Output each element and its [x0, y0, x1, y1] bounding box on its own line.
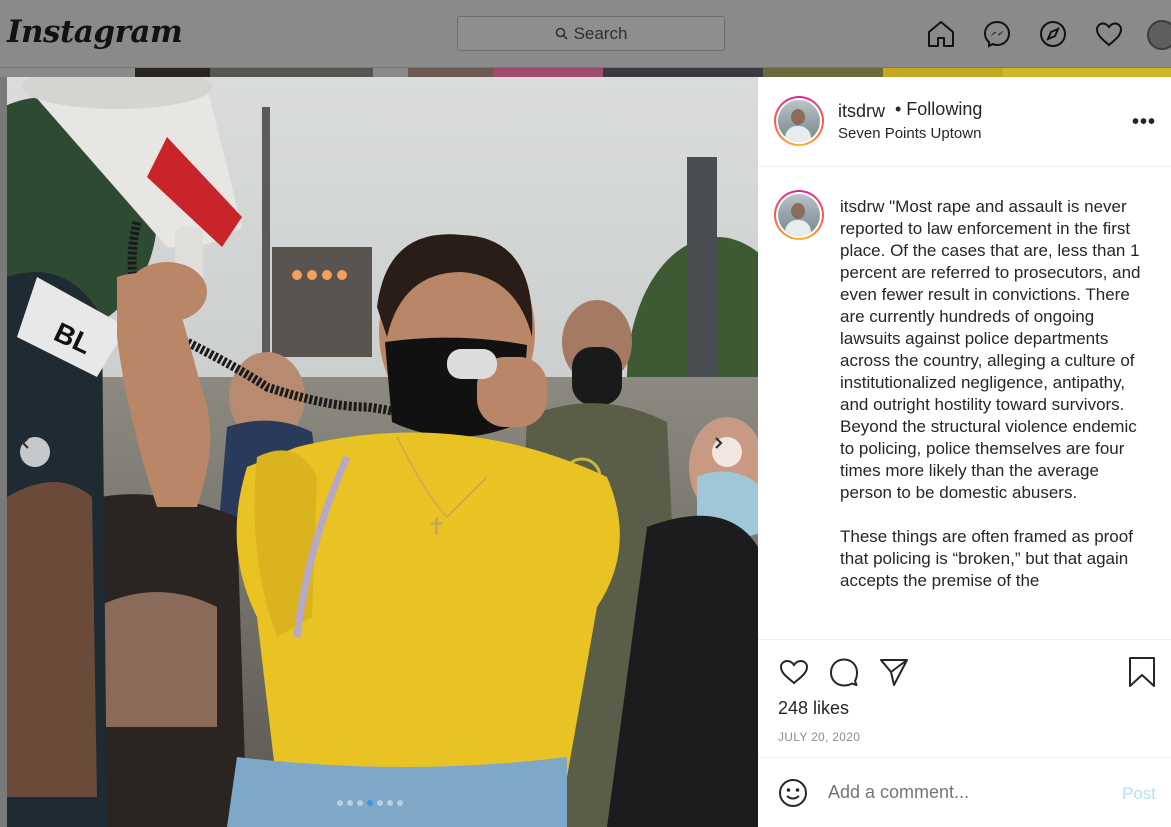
post-header: itsdrw • Following Seven Points Uptown •… — [758, 77, 1171, 167]
carousel-dot — [387, 800, 393, 806]
post-photo[interactable]: BL — [7, 77, 758, 827]
carousel-dot — [337, 800, 343, 806]
caption-text: "Most rape and assault is never reported… — [840, 197, 1141, 590]
post-date[interactable]: JULY 20, 2020 — [778, 730, 860, 744]
instagram-logo[interactable]: Instagram — [7, 14, 183, 50]
chevron-right-icon — [715, 437, 723, 449]
carousel-dot — [347, 800, 353, 806]
chevron-left-icon — [21, 437, 29, 449]
carousel-dot — [397, 800, 403, 806]
save-bookmark-icon[interactable] — [1128, 656, 1156, 688]
likes-count[interactable]: 248 likes — [778, 698, 849, 719]
caption-username[interactable]: itsdrw — [840, 197, 884, 216]
author-avatar[interactable] — [774, 96, 824, 146]
profile-avatar[interactable] — [1147, 20, 1171, 50]
emoji-icon[interactable] — [778, 778, 808, 808]
comment-bar: Post — [758, 757, 1171, 827]
protest-photo-illustration: BL — [7, 77, 758, 827]
like-heart-icon[interactable] — [778, 656, 810, 688]
search-input[interactable]: Search — [457, 16, 725, 51]
home-icon[interactable] — [925, 18, 957, 50]
heart-icon[interactable] — [1093, 18, 1125, 50]
caption-author-avatar[interactable] — [774, 190, 824, 240]
following-label[interactable]: • Following — [895, 99, 982, 120]
caption-scroll-area[interactable]: itsdrw "Most rape and assault is never r… — [758, 168, 1171, 639]
carousel-dot — [377, 800, 383, 806]
post-caption: itsdrw "Most rape and assault is never r… — [840, 196, 1150, 592]
post-comment-button[interactable]: Post — [1122, 784, 1156, 804]
explore-icon[interactable] — [1037, 18, 1069, 50]
share-icon[interactable] — [878, 656, 910, 688]
comment-input[interactable] — [828, 782, 1108, 803]
carousel-dot — [357, 800, 363, 806]
top-navigation: Instagram Search — [0, 0, 1171, 68]
carousel-indicator — [337, 800, 403, 806]
search-placeholder: Search — [573, 23, 628, 43]
author-username[interactable]: itsdrw — [838, 101, 885, 122]
nav-icon-group — [925, 18, 1125, 50]
search-icon — [555, 27, 568, 40]
next-photo-button[interactable] — [712, 437, 742, 467]
post-detail-panel: itsdrw • Following Seven Points Uptown •… — [758, 77, 1171, 827]
messenger-icon[interactable] — [981, 18, 1013, 50]
post-actions: 248 likes JULY 20, 2020 — [758, 639, 1171, 757]
previous-photo-button[interactable] — [20, 437, 50, 467]
carousel-dot — [367, 800, 373, 806]
background-feed-strip — [0, 68, 1171, 77]
comment-icon[interactable] — [828, 656, 860, 688]
post-location[interactable]: Seven Points Uptown — [838, 125, 981, 142]
more-options-icon[interactable]: ••• — [1132, 111, 1156, 134]
